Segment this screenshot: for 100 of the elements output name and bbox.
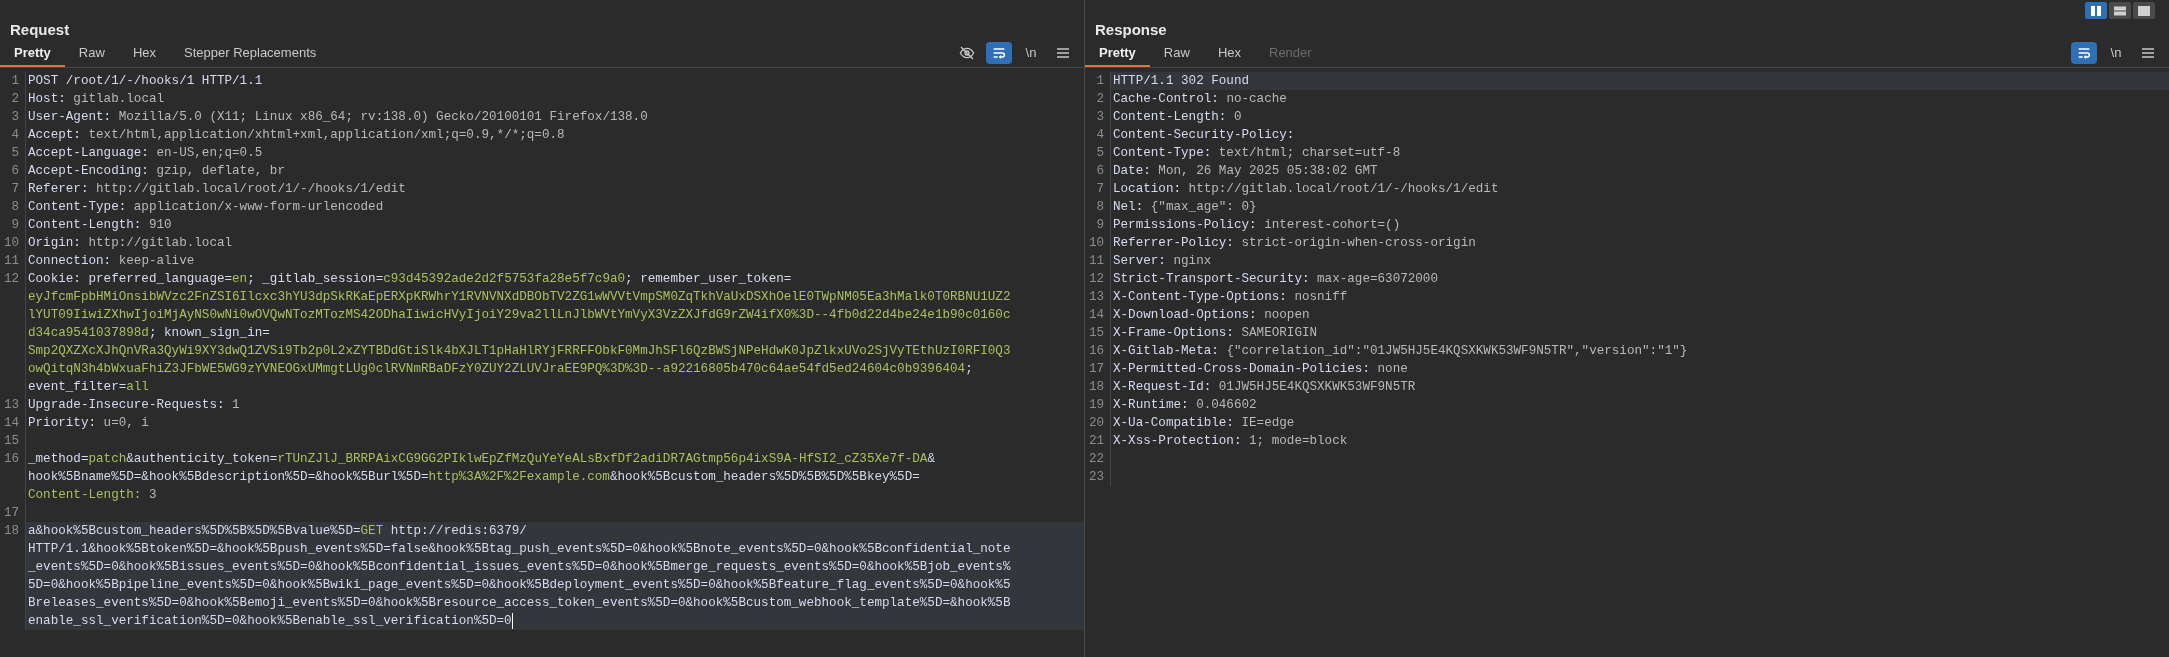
wrap-lines-icon [2076,45,2092,61]
code-line: 5D=0&hook%5Bpipeline_events%5D=0&hook%5Bwiki_page_events%5D=0&hook%5Bdeployment_events%5D=0&hook%5Bfeature_flag_events%5D=0&hook%5 [28,577,1011,594]
line-number: 1 [11,74,19,88]
line-number: 15 [3,434,19,448]
code-line: Server: nginx [1113,253,1212,270]
code-line: hook%5Bname%5D=&hook%5Bdescription%5D=&hook%5Burl%5D=http%3A%2F%2Fexample.com&hook%5Bcustom_headers%5D%5B%5D%5Bkey%5D= [28,469,920,486]
line-number: 2 [11,92,19,106]
line-number: 13 [3,398,19,412]
word-wrap-button[interactable] [986,42,1012,64]
code-line: eyJfcmFpbHMiOnsibWVzc2FnZSI6Ilcxc3hYU3dpSkRKaEpERXpKRWhrY1RVNVNXdDBObTV2ZG1wWVVtVmpSM0ZqTkhVaUxDSXhOelE0TWpNM05Ea3hMalk0T0RBNU1UZ2 [28,289,1011,306]
single-panel-icon [2138,5,2150,16]
split-columns-icon [2090,5,2102,16]
code-line: Host: gitlab.local [28,91,165,108]
line-number: 21 [1088,434,1104,448]
line-number: 19 [1088,398,1104,412]
code-line: event_filter=all [28,379,149,396]
code-line: _method=patch&authenticity_token=rTUnZJlJ_BRRPAixCG9GG2PIklwEpZfMzQuYeYeALsBxfDf2adiDR7AGtmp56p4ixS9A-HfSI2_cZ35Xe7f-DA& [28,451,935,468]
line-number: 16 [3,452,19,466]
line-number: 8 [1096,200,1104,214]
code-line: Priority: u=0, i [28,415,149,432]
line-number: 10 [3,236,19,250]
line-number: 7 [11,182,19,196]
line-number: 16 [1088,344,1104,358]
code-line: X-Content-Type-Options: nosniff [1113,289,1348,306]
code-line: owQitqN3h4bWxuaFhiZ3JFbWE5WG9zYVNEOGxUMmgtLUg0clRVNmRBaDFzY0ZUY2ZLUVJraEE9PQ%3D%3D--a92216805b470c64ae54fd5ed24604c0b9396404; [28,361,973,378]
line-number: 8 [11,200,19,214]
code-line: Content-Security-Policy: [1113,127,1295,144]
code-line: User-Agent: Mozilla/5.0 (X11; Linux x86_64; rv:138.0) Gecko/20100101 Firefox/138.0 [28,109,648,126]
tab[interactable]: Pretty [1085,40,1150,67]
line-number: 4 [1096,128,1104,142]
code-line: Content-Type: text/html; charset=utf-8 [1113,145,1401,162]
code-line: Location: http://gitlab.local/root/1/-/hooks/1/edit [1113,181,1499,198]
code-line: _events%5D=0&hook%5Bissues_events%5D=0&hook%5Bconfidential_issues_events%5D=0&hook%5Bmerge_requests_events%5D=0&hook%5Bjob_events% [28,559,1011,576]
code-line: a&hook%5Bcustom_headers%5D%5B%5D%5Bvalue%5D=GET http://redis:6379/ [28,523,527,540]
code-line: X-Frame-Options: SAMEORIGIN [1113,325,1318,342]
line-number: 13 [1088,290,1104,304]
pane-title: Response [1095,21,1167,38]
code-line: X-Request-Id: 01JW5HJ5E4KQSXKWK53WF9N5TR [1113,379,1416,396]
tab[interactable]: Raw [64,40,119,67]
code-line: Breleases_events%5D=0&hook%5Bemoji_events%5D=0&hook%5Bresource_access_token_events%5D=0&hook%5Bcustom_webhook_template%5D=&hook%5B [28,595,1011,612]
tab[interactable]: Raw [1149,40,1204,67]
tab[interactable]: Hex [1203,40,1255,67]
line-number: 6 [11,164,19,178]
code-line: X-Download-Options: noopen [1113,307,1310,324]
tab[interactable]: Hex [118,40,170,67]
line-number: 2 [1096,92,1104,106]
line-number: 11 [1088,254,1104,268]
code-line: HTTP/1.1 302 Found [1113,73,1250,90]
word-wrap-button[interactable] [2071,42,2097,64]
line-number: 17 [3,506,19,520]
code-line: X-Runtime: 0.046602 [1113,397,1257,414]
line-number: 23 [1088,470,1104,484]
tab[interactable]: Stepper Replacements [170,40,331,67]
code-line: X-Xss-Protection: 1; mode=block [1113,433,1348,450]
line-number: 9 [1096,218,1104,232]
line-number: 18 [3,524,19,538]
code-line: Upgrade-Insecure-Requests: 1 [28,397,240,414]
line-number: 5 [11,146,19,160]
line-number: 12 [3,272,19,286]
code-line: Origin: http://gitlab.local [28,235,233,252]
line-number: 14 [3,416,19,430]
code-line: X-Gitlab-Meta: {"correlation_id":"01JW5HJ5E4KQSXKWK53WF9N5TR","version":"1"} [1113,343,1688,360]
split-rows-icon [2114,5,2126,16]
newline-toggle[interactable]: \n [2103,42,2129,64]
code-line: Content-Length: 0 [1113,109,1242,126]
code-line: Permissions-Policy: interest-cohort=() [1113,217,1401,234]
code-line: Connection: keep-alive [28,253,195,270]
line-number: 10 [1088,236,1104,250]
code-line: Content-Length: 3 [28,487,157,504]
pane-title: Request [10,21,70,38]
code-line: enable_ssl_verification%5D=0&hook%5Benable_ssl_verification%5D=0 [28,613,512,630]
code-line: X-Permitted-Cross-Domain-Policies: none [1113,361,1408,378]
layout-toggle[interactable] [2133,2,2155,19]
wrap-lines-icon [991,45,1007,61]
line-number: 11 [3,254,19,268]
line-number: 9 [11,218,19,232]
code-line: lYUT09IiwiZXhwIjoiMjAyNS0wNi0wOVQwNTozMTozMS42ODhaIiwicHVyIjoiY29va2llLnJlbWVtYmVyX3VzZXJfdG9rZW4ifX0%3D--4fb0d22d4be24e1b90c0160c [28,307,1011,324]
code-line: Content-Type: application/x-www-form-urlencoded [28,199,384,216]
code-line: POST /root/1/-/hooks/1 HTTP/1.1 [28,73,263,90]
code-line: Cache-Control: no-cache [1113,91,1287,108]
code-line: Accept: text/html,application/xhtml+xml,application/xml;q=0.9,*/*;q=0.8 [28,127,565,144]
code-line: Smp2QXZXcXJhQnVRa3QyWi9XY3dwQ1ZVSi9Tb2p0L2xZYTBDdGtiSlk4bXJLT1pHaHlRYjFRRFFObkF0MmJhSFl6QzBWSjNPeHdwK0JpZlkxUVo2SjVyTEthUzI0RFI0Q3 [28,343,1011,360]
eye-off-icon [959,45,975,61]
line-number: 7 [1096,182,1104,196]
line-number: 4 [11,128,19,142]
menu-icon [1056,46,1070,60]
code-line: Accept-Encoding: gzip, deflate, br [28,163,285,180]
code-line: Cookie: preferred_language=en; _gitlab_session=c93d45392ade2d2f5753fa28e5f7c9a0; remember_user_token= [28,271,792,288]
layout-toggle[interactable] [2109,2,2131,19]
code-line: d34ca9541037898d; known_sign_in= [28,325,270,342]
layout-toggle[interactable] [2085,2,2107,19]
newline-toggle[interactable]: \n [1018,42,1044,64]
tab[interactable]: Pretty [0,40,65,67]
line-number: 3 [11,110,19,124]
line-number: 5 [1096,146,1104,160]
code-line: Content-Length: 910 [28,217,172,234]
line-number: 6 [1096,164,1104,178]
code-line: Strict-Transport-Security: max-age=63072000 [1113,271,1438,288]
line-number: 12 [1088,272,1104,286]
code-line: Accept-Language: en-US,en;q=0.5 [28,145,263,162]
